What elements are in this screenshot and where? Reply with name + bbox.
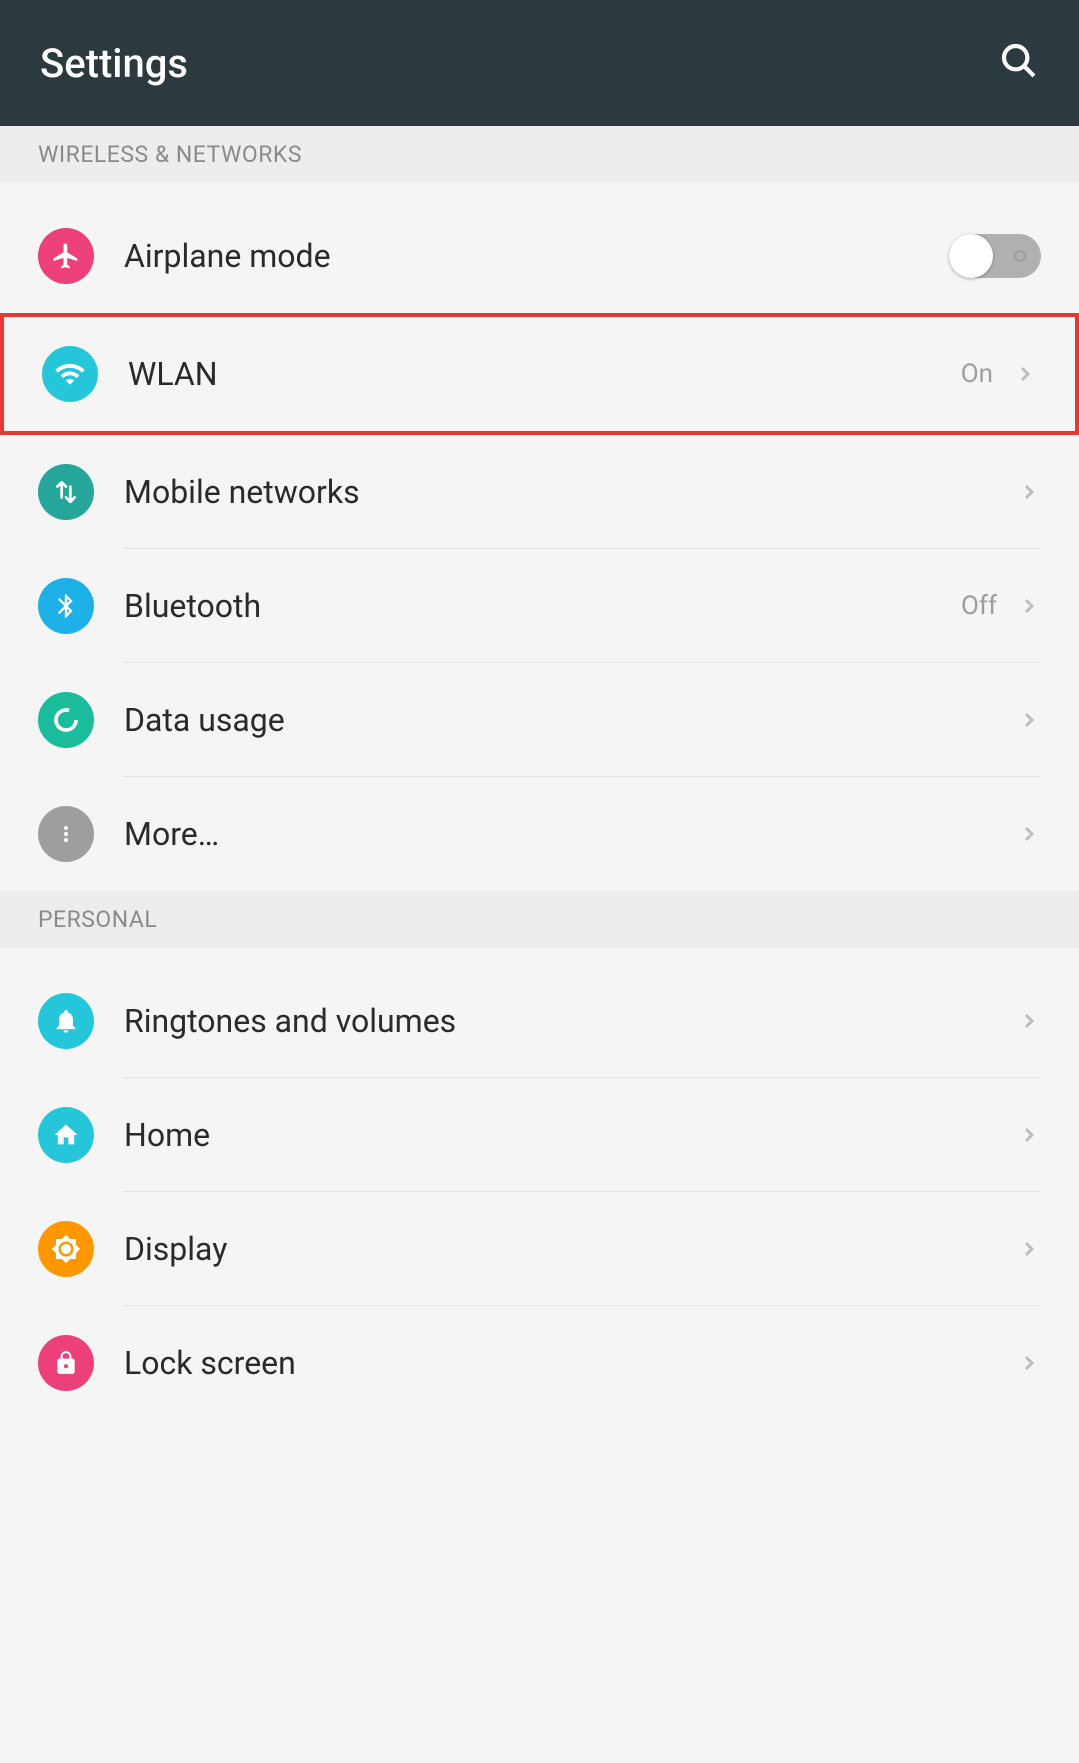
row-label: WLAN <box>128 355 961 393</box>
app-header: Settings <box>0 0 1079 126</box>
row-label: Mobile networks <box>124 473 1017 511</box>
row-ringtones[interactable]: Ringtones and volumes <box>0 964 1079 1078</box>
mobile-data-icon <box>38 464 94 520</box>
search-icon <box>999 41 1039 81</box>
section-header-personal: PERSONAL <box>0 891 1079 948</box>
row-label: Display <box>124 1230 1017 1268</box>
row-more[interactable]: More… <box>0 777 1079 891</box>
chevron-right-icon <box>1017 1123 1041 1147</box>
chevron-right-icon <box>1017 708 1041 732</box>
data-usage-icon <box>38 692 94 748</box>
row-label: Lock screen <box>124 1344 1017 1382</box>
search-button[interactable] <box>999 41 1039 85</box>
section-header-wireless: WIRELESS & NETWORKS <box>0 126 1079 183</box>
row-label: Data usage <box>124 701 1017 739</box>
row-label: More… <box>124 815 1017 853</box>
bluetooth-icon <box>38 578 94 634</box>
more-icon <box>38 806 94 862</box>
lock-icon <box>38 1335 94 1391</box>
row-label: Ringtones and volumes <box>124 1002 1017 1040</box>
row-label: Home <box>124 1116 1017 1154</box>
row-label: Bluetooth <box>124 587 961 625</box>
row-mobile-networks[interactable]: Mobile networks <box>0 435 1079 549</box>
chevron-right-icon <box>1013 362 1037 386</box>
bell-icon <box>38 993 94 1049</box>
page-title: Settings <box>40 40 188 87</box>
row-display[interactable]: Display <box>0 1192 1079 1306</box>
row-data-usage[interactable]: Data usage <box>0 663 1079 777</box>
chevron-right-icon <box>1017 822 1041 846</box>
row-wlan[interactable]: WLAN On <box>4 317 1075 431</box>
airplane-toggle[interactable] <box>949 234 1041 278</box>
chevron-right-icon <box>1017 594 1041 618</box>
chevron-right-icon <box>1017 480 1041 504</box>
row-lock-screen[interactable]: Lock screen <box>0 1306 1079 1420</box>
row-airplane-mode[interactable]: Airplane mode <box>0 199 1079 313</box>
row-label: Airplane mode <box>124 237 949 275</box>
chevron-right-icon <box>1017 1009 1041 1033</box>
row-status: On <box>961 359 993 389</box>
row-status: Off <box>961 591 997 621</box>
chevron-right-icon <box>1017 1351 1041 1375</box>
row-bluetooth[interactable]: Bluetooth Off <box>0 549 1079 663</box>
airplane-icon <box>38 228 94 284</box>
highlight-wlan: WLAN On <box>0 313 1079 435</box>
row-home[interactable]: Home <box>0 1078 1079 1192</box>
home-icon <box>38 1107 94 1163</box>
brightness-icon <box>38 1221 94 1277</box>
wifi-icon <box>42 346 98 402</box>
chevron-right-icon <box>1017 1237 1041 1261</box>
